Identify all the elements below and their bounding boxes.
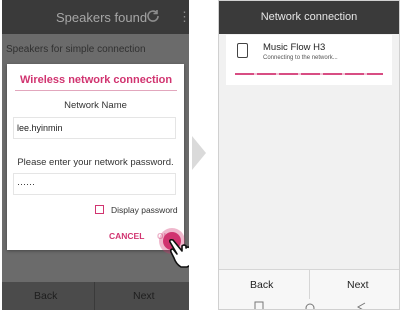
password-field[interactable]: ······ — [13, 173, 176, 195]
section-subtitle: Speakers for simple connection — [6, 44, 146, 55]
more-options-icon[interactable]: ⋮ — [178, 10, 189, 23]
cancel-button[interactable]: CANCEL — [109, 231, 144, 241]
speaker-icon — [237, 43, 248, 58]
speaker-card[interactable]: Music Flow H3 Connecting to the network.… — [226, 35, 392, 85]
dialog-title: Wireless network connection — [20, 74, 173, 86]
nav-divider — [309, 270, 310, 300]
top-app-bar: Speakers found ⋮ — [2, 0, 189, 34]
pointing-hand-icon — [169, 238, 189, 268]
nav-divider — [94, 282, 95, 310]
connection-progress-bar — [235, 73, 383, 75]
connection-status: Connecting to the network... — [263, 55, 338, 61]
password-label: Please enter your network password. — [17, 157, 174, 168]
screen-title: Speakers found — [56, 10, 148, 25]
recent-apps-icon[interactable] — [253, 299, 265, 310]
dialog-divider — [15, 90, 177, 91]
screen-title: Network connection — [260, 11, 358, 23]
next-step-arrow-icon — [192, 136, 206, 170]
network-name-field[interactable]: lee.hyinmin — [13, 117, 176, 139]
top-app-bar: Network connection — [219, 1, 399, 34]
back-button[interactable]: Back — [34, 290, 57, 302]
display-password-checkbox[interactable] — [95, 205, 104, 214]
bottom-nav-bar: Back Next — [2, 282, 189, 310]
next-button[interactable]: Next — [133, 290, 155, 302]
back-triangle-icon[interactable] — [355, 299, 367, 310]
back-button[interactable]: Back — [250, 279, 273, 291]
right-screen: Network connection Music Flow H3 Connect… — [218, 0, 400, 310]
next-button[interactable]: Next — [347, 279, 369, 291]
speaker-name: Music Flow H3 — [263, 42, 326, 53]
left-screen: Speakers found ⋮ Speakers for simple con… — [2, 0, 189, 310]
refresh-icon[interactable] — [145, 8, 161, 24]
display-password-label: Display password — [111, 205, 178, 215]
system-nav-bar — [219, 299, 399, 310]
home-icon[interactable] — [304, 299, 316, 310]
bottom-nav-bar: Back Next — [219, 269, 399, 300]
network-name-label: Network Name — [64, 100, 127, 111]
wireless-network-dialog: Wireless network connection Network Name… — [7, 64, 184, 250]
